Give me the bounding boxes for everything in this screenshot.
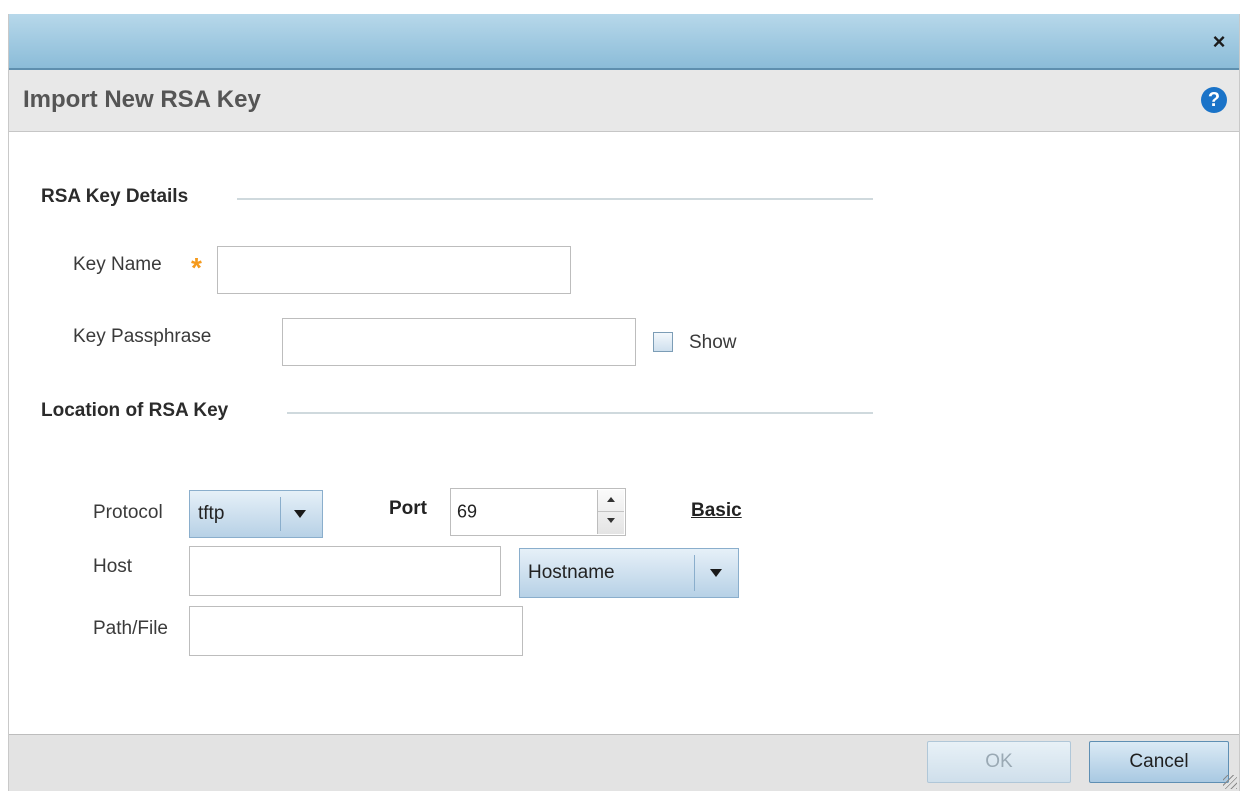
chevron-down-icon (294, 510, 306, 518)
cancel-button[interactable]: Cancel (1089, 741, 1229, 783)
spin-down-icon[interactable] (598, 512, 624, 534)
dialog-titlebar[interactable]: × (9, 14, 1239, 70)
help-icon[interactable]: ? (1201, 87, 1227, 113)
port-value: 69 (457, 501, 478, 522)
protocol-label: Protocol (93, 502, 163, 523)
section-title-location: Location of RSA Key (41, 400, 229, 421)
spin-up-icon[interactable] (598, 490, 624, 512)
page-title: Import New RSA Key (23, 86, 261, 113)
resize-grip-icon[interactable] (1223, 775, 1237, 789)
port-label: Port (389, 498, 427, 519)
close-icon[interactable]: × (1209, 31, 1229, 53)
port-stepper-buttons (597, 490, 624, 534)
section-divider (287, 412, 873, 414)
key-passphrase-label: Key Passphrase (73, 326, 212, 347)
select-divider (280, 497, 281, 531)
key-name-label: Key Name (73, 254, 162, 275)
select-divider (694, 555, 695, 591)
port-stepper[interactable]: 69 (450, 488, 626, 536)
path-file-label: Path/File (93, 618, 168, 639)
host-type-select[interactable]: Hostname (519, 548, 739, 598)
import-rsa-key-dialog: × Import New RSA Key ? RSA Key Details K… (8, 14, 1240, 791)
show-passphrase-checkbox[interactable] (653, 332, 673, 352)
key-name-input[interactable] (217, 246, 571, 294)
section-divider (237, 198, 873, 200)
show-passphrase-label[interactable]: Show (689, 332, 737, 354)
protocol-select-value: tftp (198, 503, 225, 524)
host-input[interactable] (189, 546, 501, 596)
host-type-select-value: Hostname (528, 562, 615, 583)
protocol-select[interactable]: tftp (189, 490, 323, 538)
dialog-footer: OK Cancel (9, 734, 1239, 791)
ok-button[interactable]: OK (927, 741, 1071, 783)
path-file-input[interactable] (189, 606, 523, 656)
chevron-down-icon (710, 569, 722, 577)
dialog-header: Import New RSA Key ? (9, 70, 1239, 132)
required-icon: * (191, 252, 202, 283)
host-label: Host (93, 556, 133, 577)
basic-link[interactable]: Basic (691, 500, 742, 522)
section-title-rsa-key-details: RSA Key Details (41, 186, 189, 207)
key-passphrase-input[interactable] (282, 318, 636, 366)
